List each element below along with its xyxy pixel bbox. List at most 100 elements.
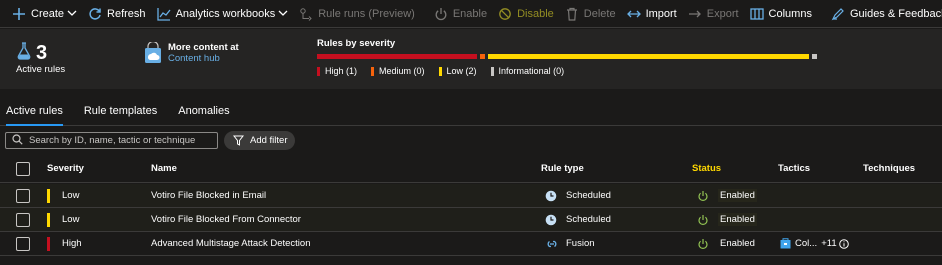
info-icon[interactable] bbox=[838, 238, 849, 249]
analytics-workbooks-button[interactable]: Analytics workbooks bbox=[151, 0, 294, 28]
search-icon bbox=[12, 133, 23, 148]
content-hub-link[interactable]: More content at Content hub bbox=[144, 40, 239, 67]
disable-button[interactable]: Disable bbox=[492, 0, 559, 28]
clock-icon bbox=[545, 190, 557, 202]
refresh-button[interactable]: Refresh bbox=[82, 0, 151, 28]
status-cell: Enabled bbox=[697, 208, 757, 231]
tactics-more[interactable]: +11 bbox=[821, 238, 836, 249]
header-tactics[interactable]: Tactics bbox=[778, 155, 810, 182]
row-checkbox[interactable] bbox=[16, 212, 30, 227]
legend-swatch-informational bbox=[490, 66, 494, 76]
rule-type-cell: Scheduled bbox=[545, 208, 611, 231]
columns-button[interactable]: Columns bbox=[744, 0, 817, 28]
disable-icon bbox=[497, 6, 513, 22]
severity-marker bbox=[47, 188, 50, 203]
header-status[interactable]: Status bbox=[692, 155, 721, 182]
table-row[interactable]: High Advanced Multistage Attack Detection… bbox=[0, 232, 942, 256]
rule-runs-button[interactable]: Rule runs (Preview) bbox=[293, 0, 420, 28]
import-label: Import bbox=[645, 7, 677, 20]
legend-label-medium: Medium (0) bbox=[379, 66, 425, 76]
rule-type-cell: Fusion bbox=[545, 232, 595, 255]
row-select-cell bbox=[16, 208, 30, 231]
create-button[interactable]: Create bbox=[6, 0, 82, 28]
active-rules-number: 3 bbox=[36, 41, 48, 64]
enable-label: Enable bbox=[452, 7, 488, 20]
clock-icon bbox=[545, 214, 557, 226]
guides-feedback-button[interactable]: Guides & Feedback bbox=[825, 0, 942, 28]
header-rule-type[interactable]: Rule type bbox=[541, 155, 584, 182]
power-icon bbox=[697, 238, 709, 250]
chevron-down-icon bbox=[67, 8, 77, 20]
refresh-label: Refresh bbox=[107, 7, 146, 20]
enable-button[interactable]: Enable bbox=[428, 0, 492, 28]
table-row[interactable]: Low Votiro File Blocked in Email Scheduled… bbox=[0, 184, 942, 208]
header-techniques[interactable]: Techniques bbox=[863, 155, 915, 182]
status-text: Enabled bbox=[720, 238, 755, 249]
tactics-cell[interactable]: Col... +11 bbox=[780, 232, 849, 255]
trash-icon bbox=[564, 6, 580, 22]
severity-text: Low bbox=[62, 214, 80, 225]
select-all-checkbox[interactable] bbox=[16, 161, 30, 176]
rule-name[interactable]: Votiro File Blocked in Email bbox=[151, 184, 266, 207]
legend-swatch-medium bbox=[371, 66, 375, 76]
table-row[interactable]: Low Votiro File Blocked From Connector Sch… bbox=[0, 208, 942, 232]
legend-label-low: Low (2) bbox=[446, 66, 477, 76]
command-bar: Create Refresh Analytics workbooks Rule … bbox=[0, 0, 942, 28]
severity-marker bbox=[47, 212, 50, 227]
severity-bar-low bbox=[488, 54, 809, 59]
tab-rule-templates[interactable]: Rule templates bbox=[78, 96, 163, 126]
severity-bar-medium bbox=[480, 54, 486, 59]
severity-summary: Rules by severity High (1) Medium (0) Low … bbox=[317, 38, 817, 76]
power-icon bbox=[697, 214, 709, 226]
flask-icon bbox=[16, 41, 32, 64]
tab-anomalies[interactable]: Anomalies bbox=[172, 96, 235, 126]
rule-type-text: Fusion bbox=[566, 238, 595, 249]
search-input[interactable] bbox=[29, 135, 209, 146]
power-icon bbox=[697, 190, 709, 202]
analytics-label: Analytics workbooks bbox=[175, 7, 276, 20]
export-icon bbox=[687, 6, 703, 22]
chevron-down-icon bbox=[278, 8, 288, 20]
filter-icon bbox=[233, 135, 244, 146]
delete-button[interactable]: Delete bbox=[559, 0, 621, 28]
severity-text: Low bbox=[62, 190, 80, 201]
rule-name[interactable]: Advanced Multistage Attack Detection bbox=[151, 232, 310, 255]
legend-high: High (1) bbox=[317, 66, 357, 76]
severity-text: High bbox=[62, 238, 82, 249]
guides-label: Guides & Feedback bbox=[849, 7, 942, 20]
tab-active-rules[interactable]: Active rules bbox=[0, 96, 69, 126]
legend-label-high: High (1) bbox=[325, 66, 358, 76]
status-cell: Enabled bbox=[697, 232, 757, 255]
row-checkbox[interactable] bbox=[16, 188, 30, 203]
severity-title: Rules by severity bbox=[317, 38, 396, 49]
rule-name[interactable]: Votiro File Blocked From Connector bbox=[151, 208, 301, 231]
export-button[interactable]: Export bbox=[682, 0, 744, 28]
rule-type-text: Scheduled bbox=[566, 214, 611, 225]
hub-link[interactable]: Content hub bbox=[168, 53, 239, 64]
add-filter-button[interactable]: Add filter bbox=[224, 131, 295, 150]
feedback-icon bbox=[830, 6, 846, 22]
create-label: Create bbox=[31, 7, 65, 20]
severity-cell: High bbox=[47, 232, 82, 255]
legend-informational: Informational (0) bbox=[490, 66, 564, 76]
power-icon bbox=[433, 6, 449, 22]
header-severity[interactable]: Severity bbox=[47, 155, 84, 182]
active-rules-label: Active rules bbox=[16, 64, 66, 75]
legend-medium: Medium (0) bbox=[371, 66, 425, 76]
delete-label: Delete bbox=[583, 7, 616, 20]
severity-legend: High (1) Medium (0) Low (2) Informational (… bbox=[317, 66, 817, 76]
severity-bar bbox=[317, 54, 817, 59]
severity-cell: Low bbox=[47, 208, 79, 231]
rule-runs-label: Rule runs (Preview) bbox=[318, 7, 415, 20]
legend-swatch-low bbox=[438, 66, 442, 76]
search-box[interactable] bbox=[5, 132, 218, 149]
import-button[interactable]: Import bbox=[621, 0, 682, 28]
chart-icon bbox=[156, 6, 172, 22]
rule-type-cell: Scheduled bbox=[545, 184, 611, 207]
summary-strip: 3 Active rules More content at Content h… bbox=[0, 29, 942, 89]
tactic-icon bbox=[780, 238, 791, 249]
status-text: Enabled bbox=[718, 189, 757, 202]
row-checkbox[interactable] bbox=[16, 236, 30, 251]
columns-label: Columns bbox=[768, 7, 812, 20]
header-name[interactable]: Name bbox=[151, 155, 177, 182]
